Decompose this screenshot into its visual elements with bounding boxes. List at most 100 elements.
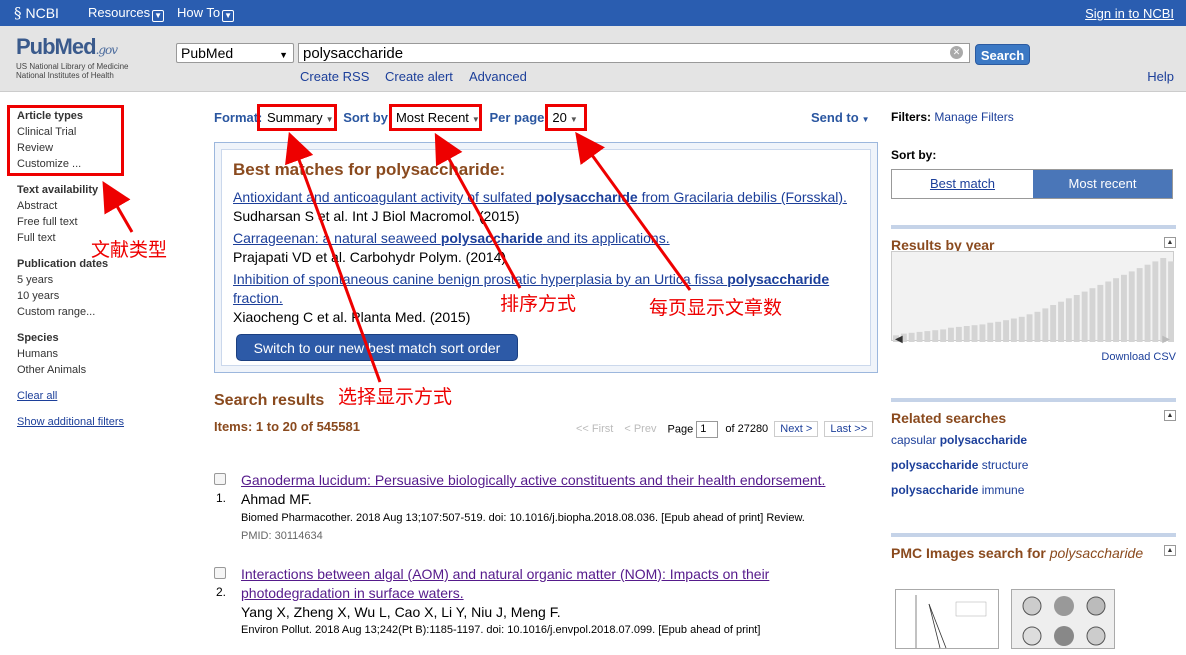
result-number: 2. [216, 585, 227, 599]
year-bar[interactable] [955, 326, 962, 342]
page-number-input[interactable]: 1 [696, 421, 719, 438]
ncbi-logo[interactable]: § NCBI [14, 4, 59, 22]
result-authors: Ahmad MF. [241, 491, 312, 507]
collapse-icon[interactable]: ▲ [1164, 545, 1176, 556]
year-bar[interactable] [940, 329, 947, 342]
annotation-box-per-page [545, 104, 587, 131]
year-bar[interactable] [979, 324, 986, 342]
pmc-image-thumbnail[interactable] [1011, 589, 1115, 649]
year-bar[interactable] [1089, 288, 1096, 342]
first-page-link[interactable]: << First [576, 423, 613, 435]
filter-item[interactable]: 10 years [17, 290, 187, 302]
annotation-article-types: 文献类型 [91, 239, 168, 261]
year-bar[interactable] [1097, 284, 1104, 342]
show-additional-filters-link[interactable]: Show additional filters [17, 416, 124, 428]
search-button[interactable]: Search [975, 44, 1030, 65]
result-number: 1. [216, 491, 227, 505]
year-bar[interactable] [963, 326, 970, 342]
chevron-down-icon: ▼ [222, 10, 235, 22]
year-bar[interactable] [1018, 316, 1025, 342]
result-title-link[interactable]: Ganoderma lucidum: Persuasive biological… [241, 471, 851, 490]
database-select[interactable]: PubMed ▼ [176, 43, 294, 63]
year-bar[interactable] [1113, 278, 1119, 342]
dropdown-arrow-icon: ▼ [279, 50, 288, 60]
year-bar[interactable] [1168, 261, 1174, 342]
year-bar[interactable] [908, 332, 915, 342]
year-bar[interactable] [1026, 314, 1033, 342]
switch-sort-order-button[interactable]: Switch to our new best match sort order [236, 334, 518, 361]
year-bar[interactable] [948, 327, 954, 342]
year-bar[interactable] [1081, 291, 1088, 342]
help-link[interactable]: Help [1147, 69, 1174, 84]
year-bar[interactable] [987, 322, 994, 342]
collapse-icon[interactable]: ▲ [1164, 410, 1176, 421]
clear-icon[interactable]: ✕ [950, 46, 963, 59]
prev-page-link[interactable]: < Prev [624, 423, 656, 435]
collapse-icon[interactable]: ▲ [1164, 237, 1176, 248]
year-bar[interactable] [932, 330, 939, 342]
filter-item[interactable]: 5 years [17, 274, 187, 286]
result-title-link[interactable]: Interactions between algal (AOM) and nat… [241, 565, 851, 603]
last-page-button[interactable]: Last >> [824, 421, 874, 438]
filter-item[interactable]: Custom range... [17, 306, 187, 318]
manage-filters-link[interactable]: Manage Filters [934, 110, 1013, 124]
howto-menu[interactable]: How To ▼ [177, 5, 235, 22]
best-matches-box: Best matches for polysaccharide: Antioxi… [214, 142, 878, 373]
best-match-link[interactable]: Antioxidant and anticoagulant activity o… [233, 188, 863, 207]
year-bar[interactable] [1128, 271, 1135, 342]
results-by-year-panel: Results by year ▲ ◀ ▶ Download CSV [891, 225, 1176, 365]
result-source: Biomed Pharmacother. 2018 Aug 13;107:507… [241, 512, 805, 524]
year-bar[interactable] [916, 331, 923, 342]
year-bar[interactable] [1121, 274, 1127, 342]
year-bar[interactable] [1105, 281, 1112, 343]
result-checkbox[interactable] [214, 473, 226, 485]
year-bar[interactable] [1003, 320, 1009, 342]
related-search-link[interactable]: capsular polysaccharide [891, 433, 1176, 447]
results-by-year-chart[interactable] [891, 251, 1174, 343]
year-bar[interactable] [1042, 308, 1049, 342]
year-bar[interactable] [1050, 305, 1057, 342]
best-match-link[interactable]: Carrageenan: a natural seaweed polysacch… [233, 229, 863, 248]
send-to-menu[interactable]: Send to ▼ [811, 110, 870, 125]
year-bar[interactable] [1058, 301, 1064, 342]
search-input[interactable]: polysaccharide ✕ [298, 43, 970, 63]
scroll-right-icon[interactable]: ▶ [1162, 334, 1170, 345]
year-bar[interactable] [1152, 261, 1159, 342]
year-bar[interactable] [1073, 295, 1080, 342]
signin-link[interactable]: Sign in to NCBI [1085, 6, 1174, 21]
filter-item[interactable]: Other Animals [17, 364, 187, 376]
filter-item[interactable]: Humans [17, 348, 187, 360]
scroll-left-icon[interactable]: ◀ [895, 334, 903, 345]
year-bar[interactable] [971, 325, 978, 342]
year-bar[interactable] [1144, 264, 1151, 342]
best-matches-heading: Best matches for polysaccharide: [233, 160, 506, 179]
result-source: Environ Pollut. 2018 Aug 13;242(Pt B):11… [241, 624, 761, 636]
best-match-sort-button[interactable]: Best match [892, 170, 1033, 198]
related-search-link[interactable]: polysaccharide immune [891, 483, 1176, 497]
clear-all-link[interactable]: Clear all [17, 390, 57, 402]
advanced-link[interactable]: Advanced [469, 69, 527, 84]
year-bar[interactable] [924, 331, 931, 342]
pubmed-logo[interactable]: PubMed.gov US National Library of Medici… [16, 34, 129, 80]
year-bar[interactable] [1034, 311, 1041, 342]
most-recent-sort-button[interactable]: Most recent [1033, 170, 1172, 198]
pmc-image-thumbnail[interactable] [895, 589, 999, 649]
filter-item[interactable]: Free full text [17, 216, 187, 228]
year-bar[interactable] [995, 321, 1002, 342]
download-csv-link[interactable]: Download CSV [1101, 351, 1176, 363]
resources-menu[interactable]: Resources ▼ [88, 5, 165, 22]
result-checkbox[interactable] [214, 567, 226, 579]
pmc-images-panel: PMC Images search for polysaccharide ▲ [891, 533, 1176, 649]
year-bar[interactable] [1160, 258, 1167, 342]
next-page-button[interactable]: Next > [774, 421, 819, 438]
create-rss-link[interactable]: Create RSS [300, 69, 369, 84]
filter-item[interactable]: Abstract [17, 200, 187, 212]
year-bar[interactable] [1010, 318, 1017, 343]
best-match-citation: Sudharsan S et al. Int J Biol Macromol. … [233, 208, 520, 224]
create-alert-link[interactable]: Create alert [385, 69, 453, 84]
year-bar[interactable] [1065, 298, 1072, 342]
related-search-link[interactable]: polysaccharide structure [891, 458, 1176, 472]
year-bars [893, 258, 1174, 343]
year-bar[interactable] [1136, 268, 1143, 342]
related-searches-panel: Related searches ▲ capsular polysacchari… [891, 398, 1176, 508]
